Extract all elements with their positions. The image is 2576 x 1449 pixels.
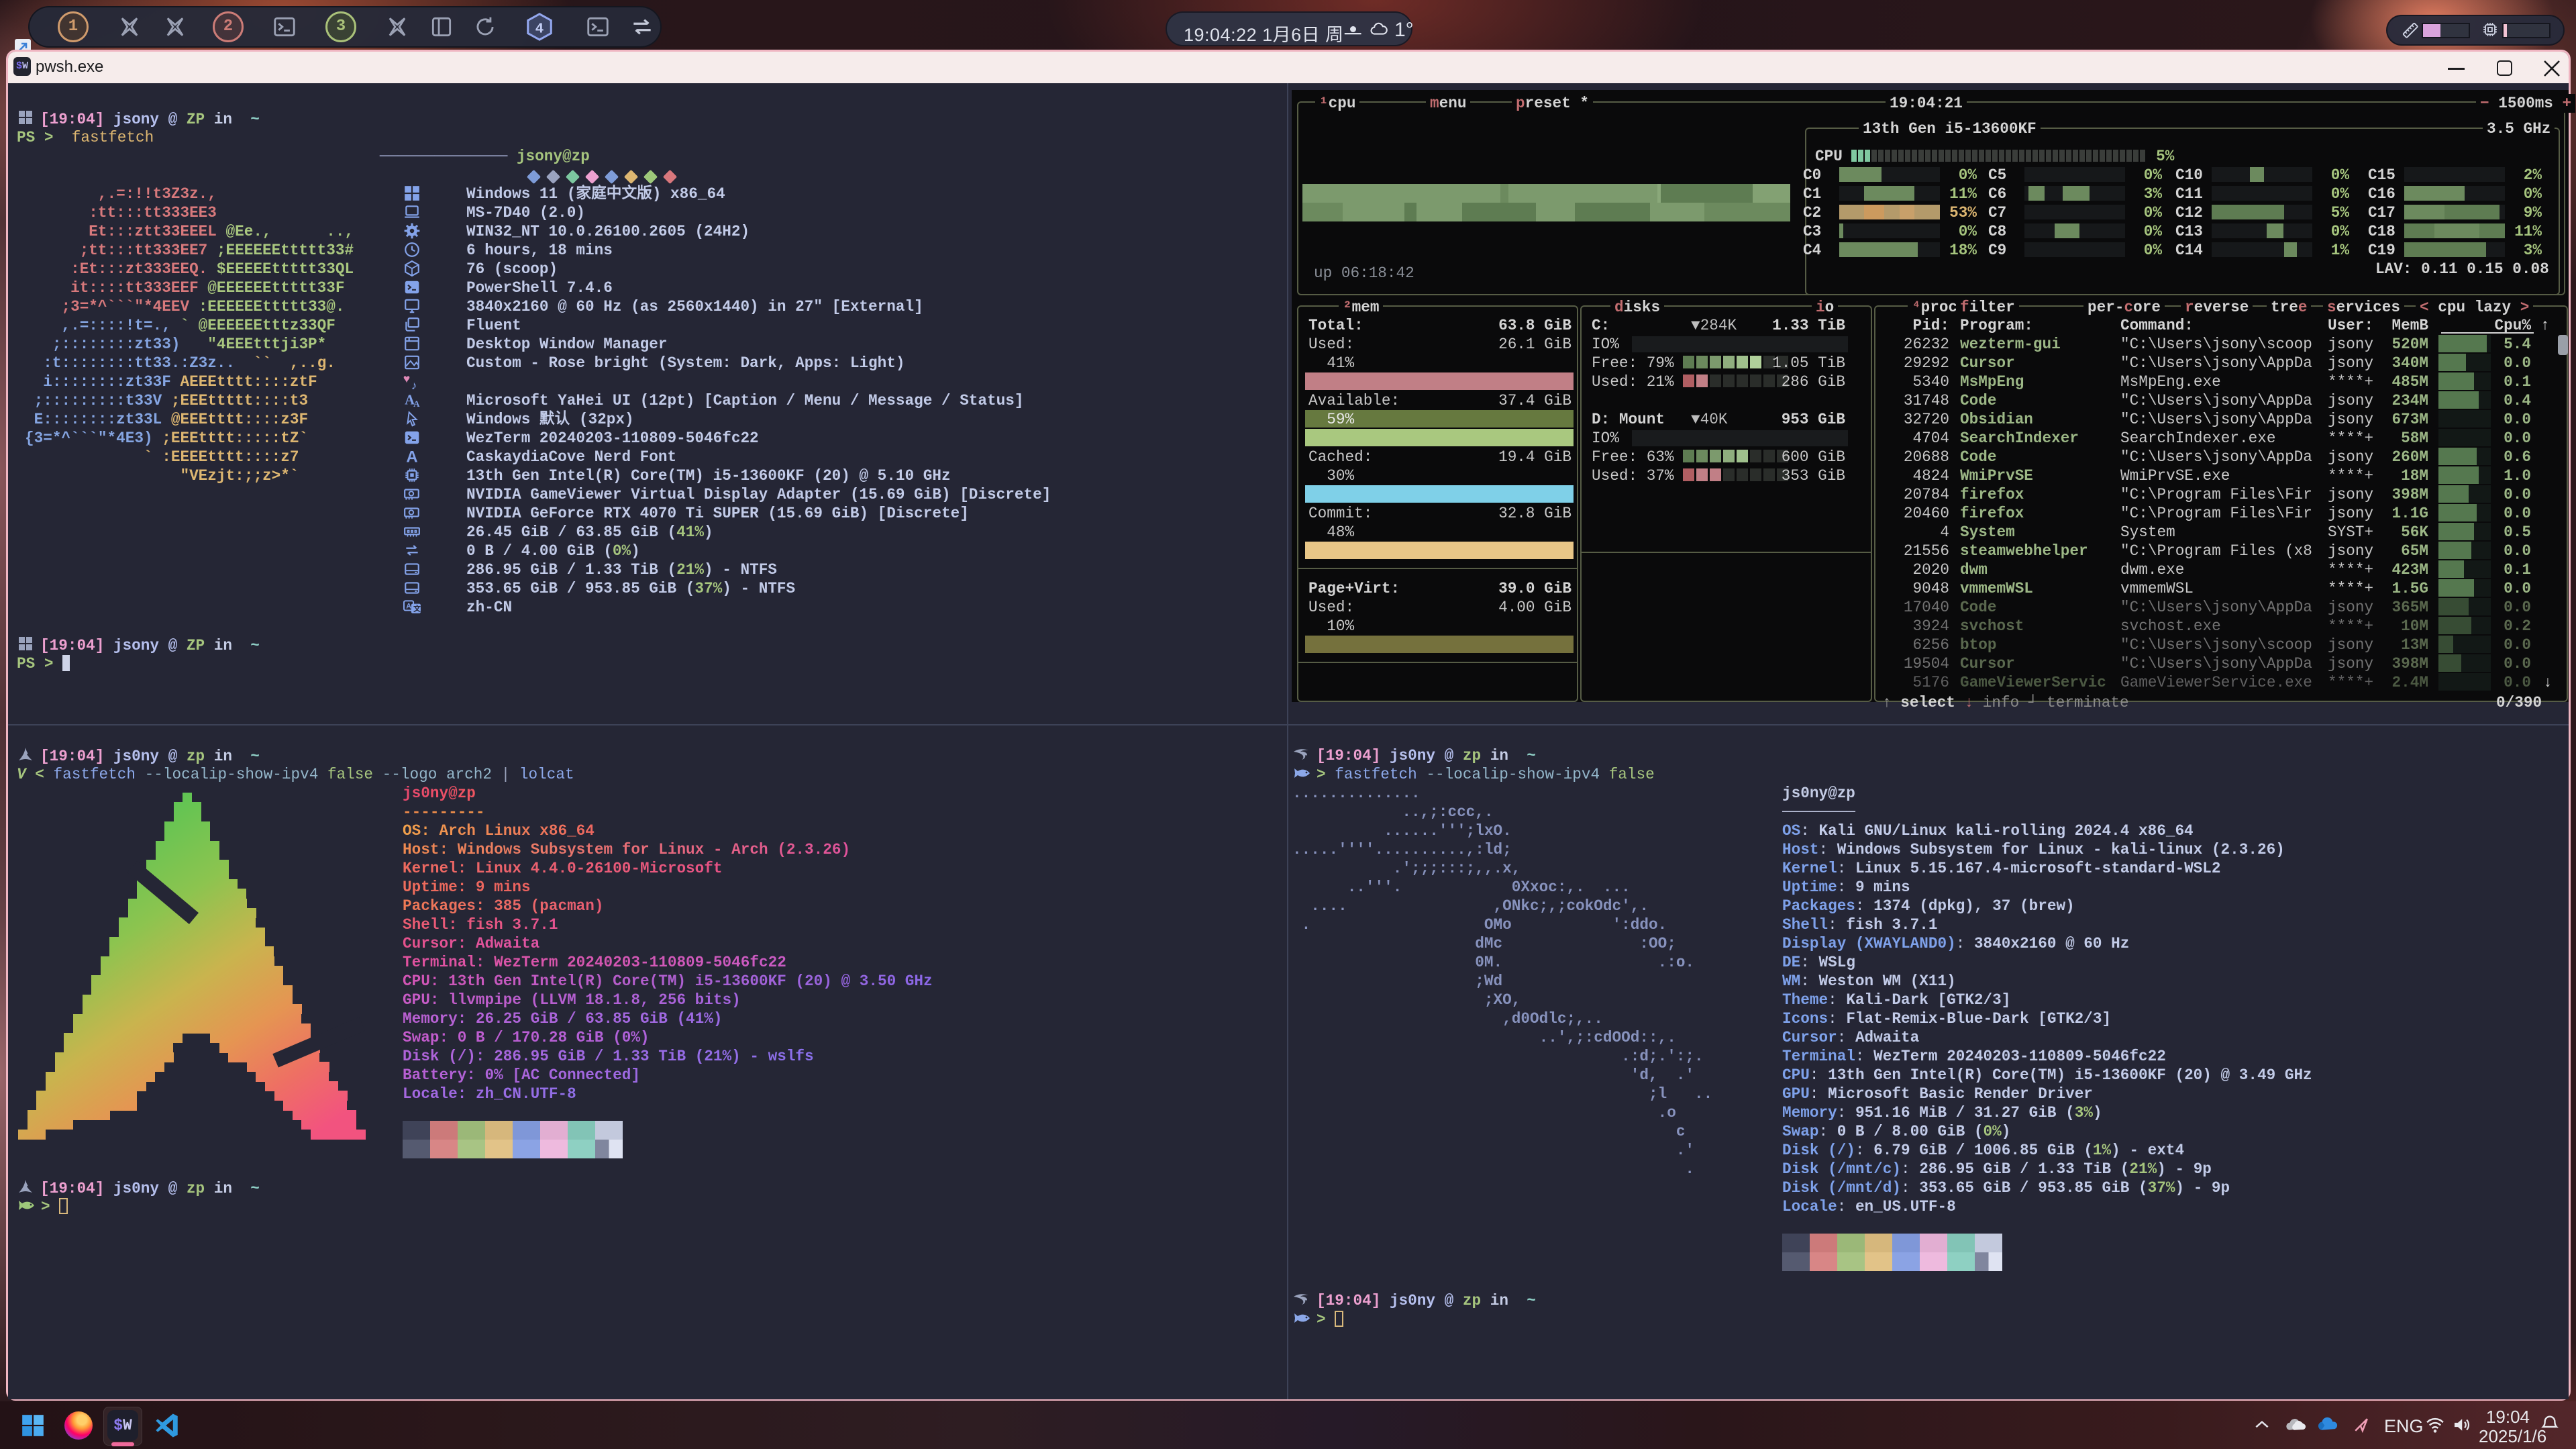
svg-text:4: 4 — [535, 21, 544, 38]
